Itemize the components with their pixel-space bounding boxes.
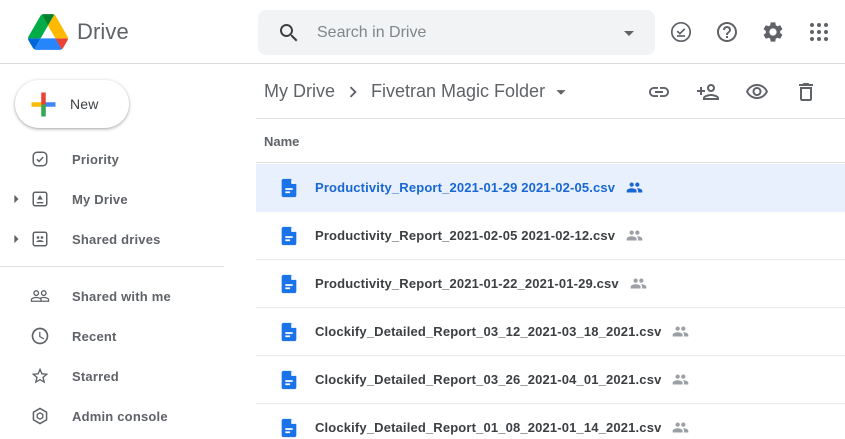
sidebar-item-label: Starred: [72, 369, 119, 384]
new-button[interactable]: New: [15, 80, 129, 128]
file-row[interactable]: Productivity_Report_2021-02-05 2021-02-1…: [256, 212, 845, 260]
csv-file-icon: [278, 273, 300, 295]
sidebar-item-admin-console[interactable]: Admin console: [0, 396, 256, 436]
topbar-actions: [669, 20, 831, 44]
file-row[interactable]: Clockify_Detailed_Report_03_12_2021-03_1…: [256, 308, 845, 356]
file-rows: Productivity_Report_2021-01-29 2021-02-0…: [256, 164, 845, 439]
sidebar-nav-bottom: Shared with me Recent Starred Admin: [0, 276, 256, 436]
file-name: Clockify_Detailed_Report_03_12_2021-03_1…: [315, 324, 661, 339]
file-name: Productivity_Report_2021-01-29 2021-02-0…: [315, 180, 615, 195]
search-placeholder: Search in Drive: [317, 24, 617, 42]
new-button-label: New: [70, 96, 99, 112]
share-person-add-icon[interactable]: [696, 80, 720, 104]
sidebar-item-shared-drives[interactable]: Shared drives: [0, 219, 256, 259]
multicolor-plus-icon: [30, 91, 57, 118]
csv-file-icon: [278, 177, 300, 199]
star-icon: [30, 366, 50, 386]
expand-arrow-icon[interactable]: [6, 229, 26, 249]
sidebar-nav-top: Priority My Drive: [0, 139, 256, 259]
csv-file-icon: [278, 321, 300, 343]
sidebar-item-label: My Drive: [72, 192, 128, 207]
sidebar-item-my-drive[interactable]: My Drive: [0, 179, 256, 219]
preview-eye-icon[interactable]: [745, 80, 769, 104]
drive-logo-icon: [28, 14, 68, 50]
expand-arrow-icon[interactable]: [6, 189, 26, 209]
folder-menu-caret-icon[interactable]: [550, 81, 572, 103]
app-title: Drive: [77, 19, 129, 45]
settings-gear-icon[interactable]: [761, 20, 785, 44]
list-header: Name: [256, 120, 845, 163]
file-name: Clockify_Detailed_Report_01_08_2021-01_1…: [315, 420, 661, 435]
apps-grid-icon[interactable]: [807, 20, 831, 44]
sidebar-item-label: Priority: [72, 152, 119, 167]
file-row[interactable]: Clockify_Detailed_Report_03_26_2021-04_0…: [256, 356, 845, 404]
delete-trash-icon[interactable]: [794, 80, 818, 104]
file-name: Clockify_Detailed_Report_03_26_2021-04_0…: [315, 372, 661, 387]
file-row[interactable]: Productivity_Report_2021-01-29 2021-02-0…: [256, 164, 845, 212]
sidebar-item-label: Recent: [72, 329, 117, 344]
top-app-bar: Drive Search in Drive: [0, 0, 845, 64]
shared-with-me-icon: [30, 286, 50, 306]
sidebar-item-label: Shared with me: [72, 289, 171, 304]
priority-icon: [30, 149, 50, 169]
file-name: Productivity_Report_2021-02-05 2021-02-1…: [315, 228, 615, 243]
get-link-icon[interactable]: [647, 80, 671, 104]
breadcrumb-my-drive[interactable]: My Drive: [264, 81, 335, 102]
selection-toolbar: [647, 80, 818, 104]
recent-clock-icon: [30, 326, 50, 346]
search-icon: [277, 21, 301, 45]
offline-status-icon[interactable]: [669, 20, 693, 44]
file-row[interactable]: Productivity_Report_2021-01-22_2021-01-2…: [256, 260, 845, 308]
file-name: Productivity_Report_2021-01-22_2021-01-2…: [315, 276, 619, 291]
sidebar-divider: [0, 266, 224, 267]
chevron-right-icon: [342, 81, 364, 103]
file-row[interactable]: Clockify_Detailed_Report_01_08_2021-01_1…: [256, 404, 845, 439]
breadcrumb-current-folder[interactable]: Fivetran Magic Folder: [371, 81, 545, 102]
sidebar: New Priority My Drive: [0, 65, 256, 439]
sidebar-item-label: Shared drives: [72, 232, 161, 247]
search-options-dropdown-icon[interactable]: [617, 21, 641, 45]
csv-file-icon: [278, 225, 300, 247]
drive-home-link[interactable]: Drive: [28, 14, 129, 50]
help-icon[interactable]: [715, 20, 739, 44]
name-column-header[interactable]: Name: [264, 134, 299, 149]
google-drive-window: Drive Search in Drive: [0, 0, 845, 439]
shared-drives-icon: [30, 229, 50, 249]
sidebar-item-priority[interactable]: Priority: [0, 139, 256, 179]
breadcrumb: My Drive Fivetran Magic Folder: [264, 81, 572, 103]
sidebar-item-starred[interactable]: Starred: [0, 356, 256, 396]
shared-people-icon: [626, 179, 643, 196]
shared-people-icon: [672, 419, 689, 436]
csv-file-icon: [278, 369, 300, 391]
admin-console-icon: [30, 406, 50, 426]
shared-people-icon: [672, 371, 689, 388]
shared-people-icon: [630, 275, 647, 292]
my-drive-icon: [30, 189, 50, 209]
csv-file-icon: [278, 417, 300, 439]
sidebar-item-shared-with-me[interactable]: Shared with me: [0, 276, 256, 316]
breadcrumb-bar: My Drive Fivetran Magic Folder: [256, 65, 845, 119]
shared-people-icon: [672, 323, 689, 340]
shared-people-icon: [626, 227, 643, 244]
search-input[interactable]: Search in Drive: [258, 10, 655, 55]
sidebar-item-recent[interactable]: Recent: [0, 316, 256, 356]
sidebar-item-label: Admin console: [72, 409, 168, 424]
file-list-panel: My Drive Fivetran Magic Folder: [256, 65, 845, 439]
